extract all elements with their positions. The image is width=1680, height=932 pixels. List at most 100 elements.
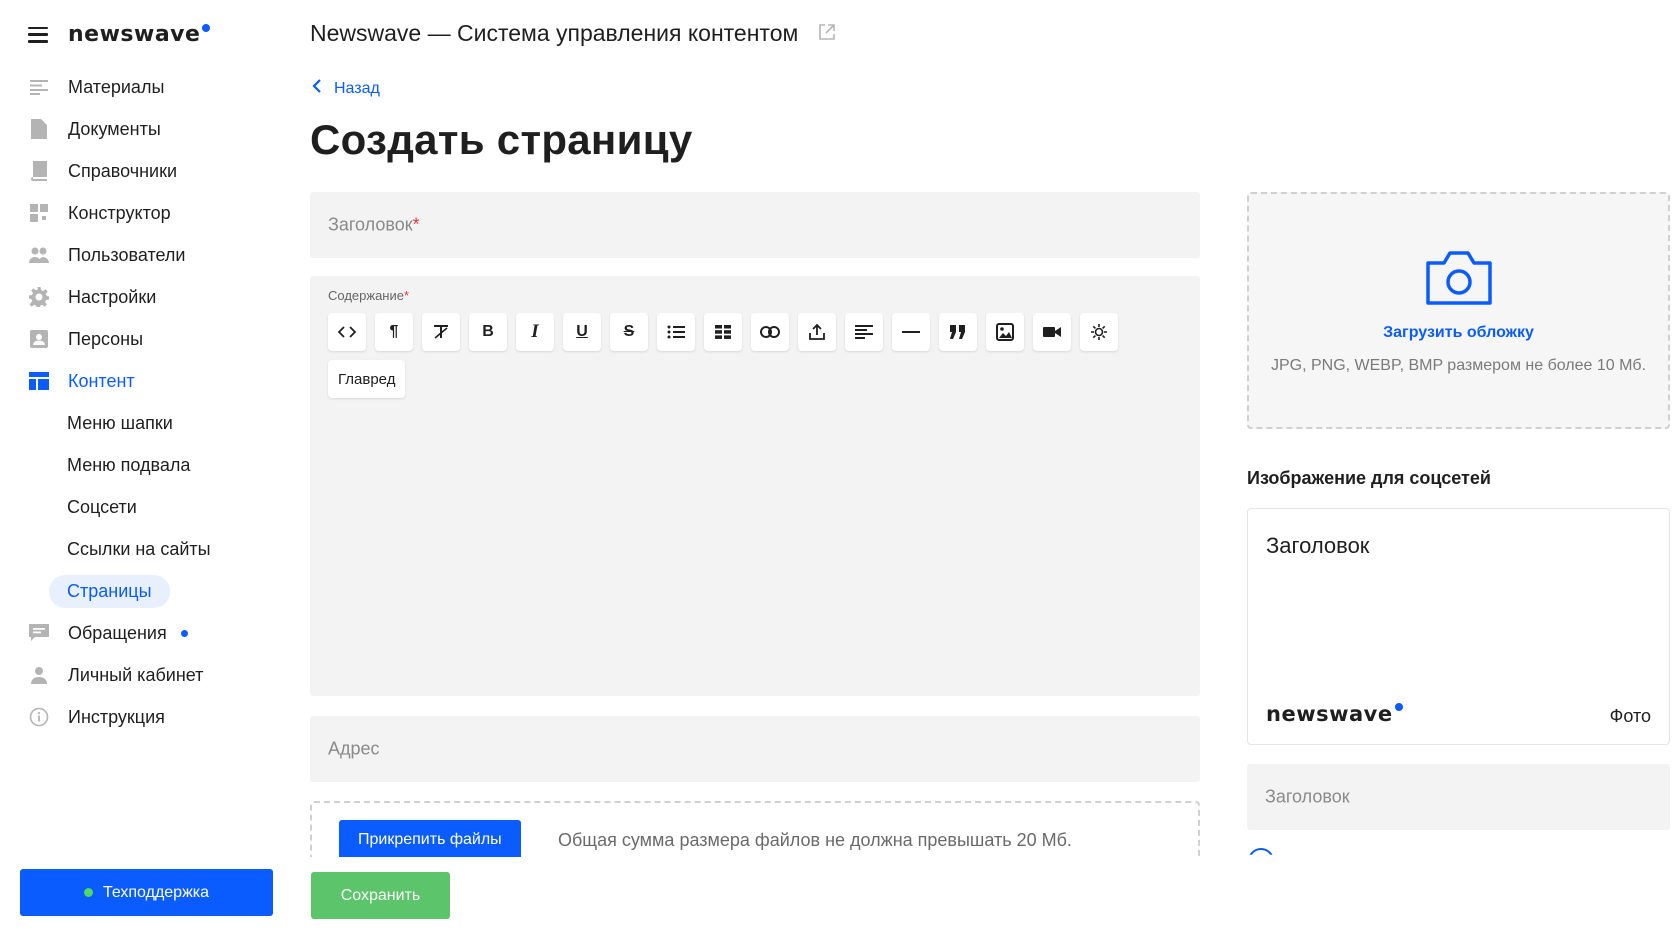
sidebar-subitem-label: Меню шапки bbox=[67, 412, 173, 433]
layout-icon bbox=[28, 370, 50, 392]
video-button[interactable] bbox=[1033, 313, 1071, 351]
radio-partial[interactable] bbox=[1248, 848, 1274, 855]
special-button[interactable] bbox=[1080, 313, 1118, 351]
brand-header: newswave bbox=[28, 22, 211, 47]
bullet-list-button[interactable] bbox=[657, 313, 695, 351]
sidebar-item-references[interactable]: Справочники bbox=[0, 150, 290, 192]
sidebar-subitem-label: Ссылки на сайты bbox=[67, 538, 211, 559]
gear-icon bbox=[28, 286, 50, 308]
sidebar-item-label: Контент bbox=[68, 370, 135, 391]
app-title: Newswave — Система управления контентом bbox=[310, 20, 836, 47]
social-image-title: Изображение для соцсетей bbox=[1247, 468, 1491, 488]
underline-button[interactable]: U bbox=[563, 313, 601, 351]
social-preview-title: Заголовок bbox=[1266, 533, 1370, 558]
sidebar-item-label: Персоны bbox=[68, 328, 144, 349]
document-icon bbox=[28, 118, 50, 140]
support-button-label: Техподдержка bbox=[102, 883, 210, 901]
paragraph-button[interactable]: ¶ bbox=[375, 313, 413, 351]
users-icon bbox=[28, 244, 50, 266]
sidebar-item-label: Конструктор bbox=[68, 202, 171, 223]
sidebar-item-users[interactable]: Пользователи bbox=[0, 234, 290, 276]
sidebar-item-instructions[interactable]: Инструкция bbox=[0, 696, 290, 738]
sidebar-subitem-label: Страницы bbox=[49, 574, 170, 608]
sidebar-item-constructor[interactable]: Конструктор bbox=[0, 192, 290, 234]
sidebar-item-documents[interactable]: Документы bbox=[0, 108, 290, 150]
cover-upload-area[interactable]: Загрузить обложку JPG, PNG, WEBP, BMP ра… bbox=[1247, 192, 1670, 429]
logo-text: newswave bbox=[68, 22, 201, 47]
code-view-button[interactable] bbox=[328, 313, 366, 351]
address-placeholder: Адрес bbox=[328, 738, 380, 759]
address-field[interactable]: Адрес bbox=[310, 716, 1200, 782]
attach-note: Общая сумма размера файлов не должна пре… bbox=[558, 830, 1072, 850]
clear-format-button[interactable] bbox=[422, 313, 460, 351]
align-button[interactable] bbox=[845, 313, 883, 351]
social-preview-card: Заголовок newswave Фото bbox=[1247, 508, 1670, 745]
logo-dot bbox=[202, 24, 211, 32]
sidebar-subitem-header-menu[interactable]: Меню шапки bbox=[0, 402, 290, 444]
user-icon bbox=[28, 664, 50, 686]
support-button[interactable]: Техподдержка bbox=[20, 869, 273, 916]
info-icon bbox=[28, 706, 50, 728]
sidebar-item-persons[interactable]: Персоны bbox=[0, 318, 290, 360]
sidebar-item-materials[interactable]: Материалы bbox=[0, 66, 290, 108]
table-button[interactable] bbox=[704, 313, 742, 351]
sidebar-subitem-pages[interactable]: Страницы bbox=[0, 570, 290, 612]
back-link-label: Назад bbox=[334, 79, 380, 97]
social-title-placeholder: Заголовок bbox=[1265, 786, 1350, 807]
attach-files-button[interactable]: Прикрепить файлы bbox=[339, 820, 521, 857]
sidebar-nav: Материалы Документы Справочники Конструк… bbox=[0, 66, 290, 738]
horizontal-rule-button[interactable] bbox=[892, 313, 930, 351]
upload-button[interactable] bbox=[798, 313, 836, 351]
upload-cover-link[interactable]: Загрузить обложку bbox=[1249, 324, 1668, 342]
book-icon bbox=[28, 160, 50, 182]
logo[interactable]: newswave bbox=[68, 22, 211, 47]
sidebar-subitem-label: Соцсети bbox=[67, 496, 137, 517]
sidebar-subitem-socials[interactable]: Соцсети bbox=[0, 486, 290, 528]
quote-button[interactable] bbox=[939, 313, 977, 351]
external-link-icon[interactable] bbox=[818, 20, 836, 47]
attachments-area: Прикрепить файлы Общая сумма размера фай… bbox=[310, 801, 1200, 857]
content-editor[interactable]: Содержание* ¶ B I U S Главред bbox=[310, 276, 1200, 696]
sidebar-subitem-site-links[interactable]: Ссылки на сайты bbox=[0, 528, 290, 570]
menu-icon[interactable] bbox=[28, 26, 48, 43]
sidebar-item-label: Настройки bbox=[68, 286, 157, 307]
sidebar-item-account[interactable]: Личный кабинет bbox=[0, 654, 290, 696]
app-title-text: Newswave — Система управления контентом bbox=[310, 20, 799, 46]
strikethrough-button[interactable]: S bbox=[610, 313, 648, 351]
sidebar-item-label: Материалы bbox=[68, 76, 165, 97]
chat-icon bbox=[28, 622, 50, 644]
right-panel: Загрузить обложку JPG, PNG, WEBP, BMP ра… bbox=[1247, 0, 1671, 932]
editor-toolbar: ¶ B I U S bbox=[328, 313, 1188, 351]
glavred-button[interactable]: Главред bbox=[328, 360, 406, 398]
social-title-field[interactable]: Заголовок bbox=[1247, 764, 1670, 830]
sidebar-item-label: Инструкция bbox=[68, 706, 165, 727]
grid-icon bbox=[28, 202, 50, 224]
camera-icon bbox=[1424, 249, 1494, 312]
sidebar-item-label: Справочники bbox=[68, 160, 178, 181]
sidebar-item-requests[interactable]: Обращения bbox=[0, 612, 290, 654]
back-link[interactable]: Назад bbox=[312, 78, 380, 99]
image-button[interactable] bbox=[986, 313, 1024, 351]
sidebar-item-label: Пользователи bbox=[68, 244, 186, 265]
upload-cover-note: JPG, PNG, WEBP, BMP размером не более 10… bbox=[1270, 357, 1647, 374]
content-label: Содержание* bbox=[328, 288, 410, 303]
page-title: Создать страницу bbox=[310, 116, 693, 163]
italic-button[interactable]: I bbox=[516, 313, 554, 351]
list-icon bbox=[28, 76, 50, 98]
bold-button[interactable]: B bbox=[469, 313, 507, 351]
person-card-icon bbox=[28, 328, 50, 350]
sidebar-subitem-label: Меню подвала bbox=[67, 454, 191, 475]
sidebar-item-label: Документы bbox=[68, 118, 161, 139]
title-field[interactable]: Заголовок* bbox=[310, 192, 1200, 258]
sidebar: newswave Материалы Документы Справочники… bbox=[0, 0, 290, 932]
sidebar-item-content[interactable]: Контент bbox=[0, 360, 290, 402]
link-button[interactable] bbox=[751, 313, 789, 351]
social-preview-photo-label: Фото bbox=[1609, 706, 1651, 726]
save-button[interactable]: Сохранить bbox=[311, 872, 450, 919]
online-status-dot bbox=[83, 888, 93, 897]
sidebar-item-settings[interactable]: Настройки bbox=[0, 276, 290, 318]
notification-dot bbox=[180, 629, 188, 637]
sidebar-subitem-footer-menu[interactable]: Меню подвала bbox=[0, 444, 290, 486]
title-placeholder: Заголовок* bbox=[328, 214, 420, 235]
social-preview-logo: newswave bbox=[1266, 702, 1403, 726]
